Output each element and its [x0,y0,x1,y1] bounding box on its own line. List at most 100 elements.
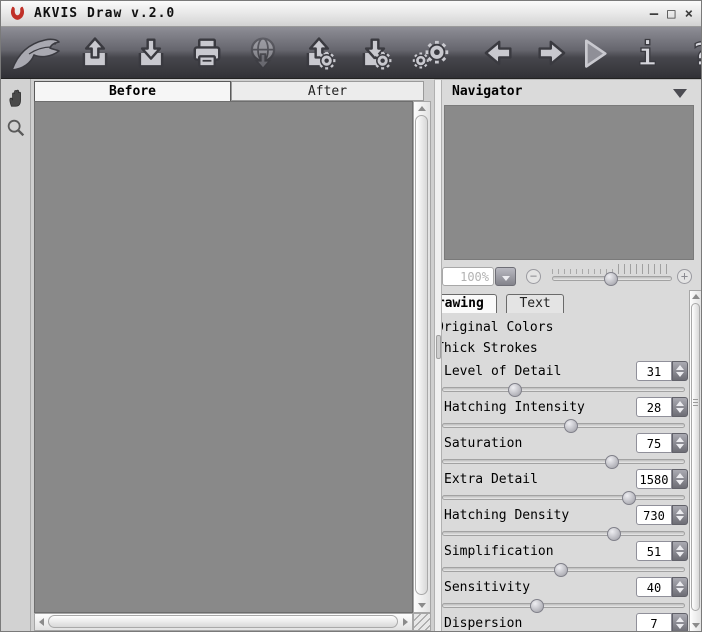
undo-arrow-icon[interactable] [477,33,517,73]
help-icon[interactable]: ? [681,33,702,73]
checkbox-thick-strokes[interactable]: Thick Strokes [442,340,688,357]
vscroll-thumb[interactable] [415,115,428,595]
slider-track[interactable] [442,567,685,572]
slider-thumb[interactable] [508,383,522,397]
slider-value-input[interactable]: 1580 [636,469,672,489]
slider-group-saturation: Saturation 75 [442,433,688,468]
slider-label: Extra Detail [444,472,538,487]
title-bar: AKVIS Draw v.2.0 – □ × [1,1,702,27]
image-area: Before After [31,79,434,632]
redo-arrow-icon[interactable] [533,33,573,73]
slider-thumb[interactable] [554,563,568,577]
slider-value-input[interactable]: 7 [636,613,672,632]
slider-spinner[interactable] [672,397,688,417]
slider-track[interactable] [442,423,685,428]
slider-spinner[interactable] [672,541,688,561]
slider-spinner[interactable] [672,505,688,525]
settings-scroll-thumb[interactable] [691,303,700,611]
akvis-logo-icon [9,5,26,22]
slider-value-input[interactable]: 51 [636,541,672,561]
download-settings-gear-icon[interactable] [355,33,395,73]
slider-group-dispersion: Dispersion 7 [442,613,688,632]
open-image-icon[interactable] [75,33,115,73]
zoom-dropdown-button[interactable] [495,267,516,286]
zoom-tool-icon[interactable] [5,117,27,139]
canvas-horizontal-scrollbar[interactable] [34,613,413,631]
slider-track[interactable] [442,531,685,536]
minimize-button[interactable]: – [650,7,658,21]
parameters-area: Drawing Text Original Colors Thick Strok… [442,290,688,632]
slider-value-input[interactable]: 75 [636,433,672,453]
navigator-collapse-icon[interactable] [673,89,687,98]
slider-label: Hatching Intensity [444,400,585,415]
slider-value-input[interactable]: 730 [636,505,672,525]
zoom-slider-thumb[interactable] [604,272,618,286]
slider-group-hatching-density: Hatching Density 730 [442,505,688,540]
maximize-button[interactable]: □ [667,7,675,21]
slider-track[interactable] [442,387,685,392]
checkbox-label: Original Colors [442,320,553,335]
slider-track[interactable] [442,459,685,464]
tab-text[interactable]: Text [506,294,563,313]
tool-column [1,79,31,632]
tab-after[interactable]: After [231,81,424,101]
navigator-title: Navigator [452,84,522,99]
slider-thumb[interactable] [605,455,619,469]
hand-tool-icon[interactable] [5,87,27,109]
slider-label: Sensitivity [444,580,530,595]
akvis-bird-logo [9,30,65,76]
zoom-value-field[interactable]: 100% [442,267,494,286]
settings-vertical-scrollbar[interactable] [689,290,702,632]
slider-label: Simplification [444,544,554,559]
slider-spinner[interactable] [672,469,688,489]
save-image-icon[interactable] [131,33,171,73]
slider-thumb[interactable] [530,599,544,613]
slider-spinner[interactable] [672,361,688,381]
slider-value-input[interactable]: 31 [636,361,672,381]
slider-group-simplification: Simplification 51 [442,541,688,576]
resize-grip[interactable] [413,613,431,631]
slider-group-extra-detail: Extra Detail 1580 [442,469,688,504]
svg-text:?: ? [692,37,702,73]
run-play-icon[interactable] [573,33,613,73]
slider-track[interactable] [442,495,685,500]
zoom-slider[interactable] [552,276,672,281]
close-button[interactable]: × [685,7,693,21]
slider-track[interactable] [442,603,685,608]
print-icon[interactable] [187,33,227,73]
tab-drawing[interactable]: Drawing [442,294,497,313]
zoom-in-button[interactable]: + [677,269,692,284]
slider-label: Level of Detail [444,364,561,379]
panel-splitter[interactable] [434,80,442,632]
slider-thumb[interactable] [622,491,636,505]
hscroll-thumb[interactable] [48,615,398,628]
app-window: AKVIS Draw v.2.0 – □ × [0,0,702,632]
canvas-vertical-scrollbar[interactable] [413,101,431,613]
slider-thumb[interactable] [564,419,578,433]
checkbox-label: Thick Strokes [442,341,538,356]
tab-before-label: Before [109,84,156,99]
slider-spinner[interactable] [672,613,688,632]
splitter-grip[interactable] [436,335,441,359]
tab-before[interactable]: Before [34,81,231,101]
web-download-icon [243,33,283,73]
slider-group-hatching-intensity: Hatching Intensity 28 [442,397,688,432]
settings-panel: Navigator 100% − + Drawing Text Original… [434,79,702,632]
slider-spinner[interactable] [672,577,688,597]
main-toolbar: i ? [1,27,702,79]
tab-after-label: After [308,84,347,99]
slider-value-input[interactable]: 40 [636,577,672,597]
image-canvas[interactable] [34,101,413,613]
batch-processing-gears-icon[interactable] [411,33,451,73]
svg-text:i: i [638,37,657,73]
navigator-preview[interactable] [444,105,694,260]
info-icon[interactable]: i [627,33,667,73]
slider-spinner[interactable] [672,433,688,453]
zoom-out-button[interactable]: − [526,269,541,284]
slider-label: Hatching Density [444,508,569,523]
slider-thumb[interactable] [607,527,621,541]
slider-value-input[interactable]: 28 [636,397,672,417]
upload-settings-gear-icon[interactable] [299,33,339,73]
checkbox-original-colors[interactable]: Original Colors [442,319,688,336]
slider-group-sensitivity: Sensitivity 40 [442,577,688,612]
